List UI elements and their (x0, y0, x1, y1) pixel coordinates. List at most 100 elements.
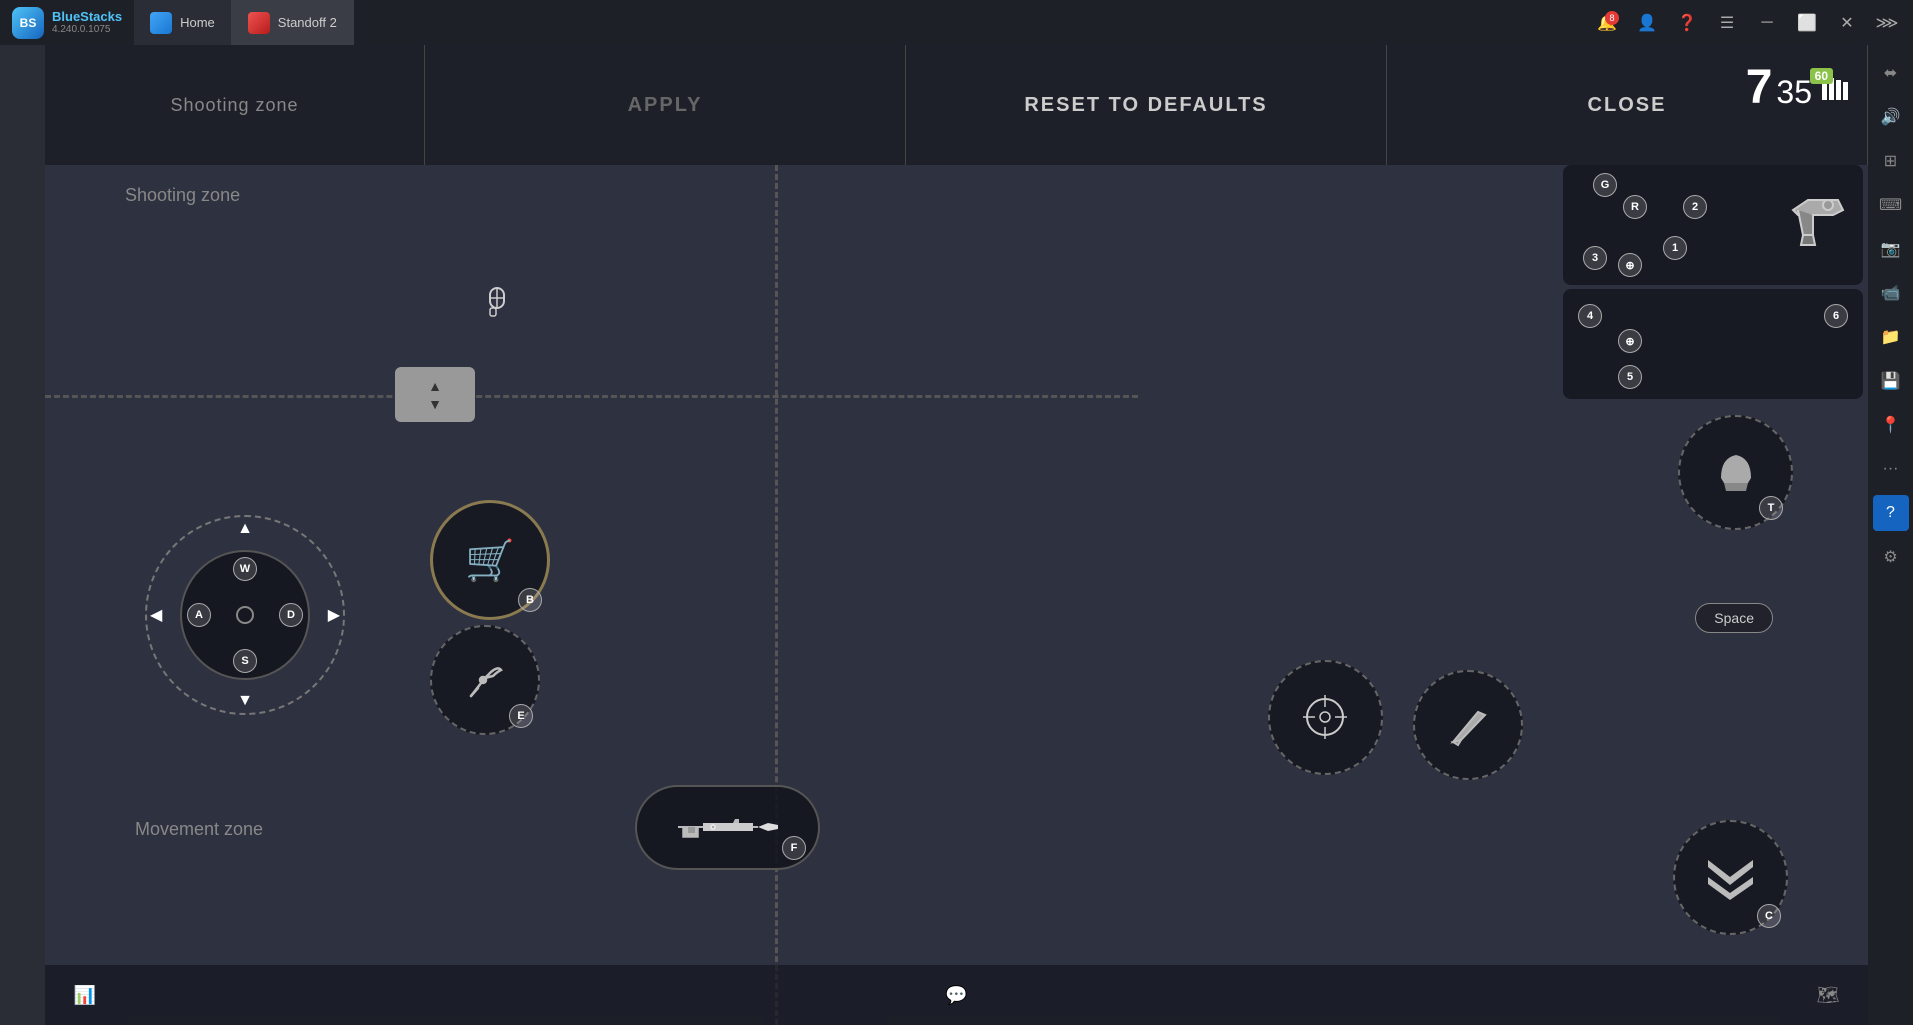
crouch-key[interactable]: C (1757, 904, 1781, 928)
scope-icon (1298, 690, 1353, 745)
weapon-button[interactable]: F (635, 785, 820, 870)
joy-key-w[interactable]: W (233, 557, 257, 581)
tool-key[interactable]: E (509, 704, 533, 728)
ammo-display: 7 35 (1746, 60, 1812, 115)
key-6[interactable]: 6 (1824, 304, 1848, 328)
window-controls: 🔔 8 👤 ❓ ☰ ─ ⬜ ✕ ⋙ (1589, 5, 1913, 41)
sidebar-settings-icon[interactable]: ⚙ (1873, 539, 1909, 575)
joy-arrow-right: ▶ (328, 605, 340, 625)
right-sidebar: ⬌ 🔊 ⊞ ⌨ 📷 📹 📁 💾 📍 ··· ? ⚙ (1868, 45, 1913, 1025)
scroll-down-arrow: ▼ (428, 397, 442, 411)
key-3[interactable]: 3 (1583, 246, 1607, 270)
key-r[interactable]: R (1623, 195, 1647, 219)
home-tab-icon (150, 12, 172, 34)
knife-button[interactable] (1413, 670, 1523, 780)
key-2[interactable]: 2 (1683, 195, 1707, 219)
game-area: Shooting zone APPLY RESET TO DEFAULTS CL… (45, 45, 1868, 1025)
space-button[interactable]: Space (1695, 603, 1773, 633)
hud-ammo: 7 35 60 (1746, 60, 1848, 115)
key-1[interactable]: 1 (1663, 236, 1687, 260)
menu-button[interactable]: ☰ (1709, 5, 1745, 41)
ammo-current: 7 (1746, 60, 1773, 115)
sidebar-more-icon[interactable]: ··· (1873, 451, 1909, 487)
help-button[interactable]: ❓ (1669, 5, 1705, 41)
weapon-key[interactable]: F (782, 836, 806, 860)
ak-icon (673, 805, 783, 850)
helmet-key[interactable]: T (1759, 496, 1783, 520)
minimize-button[interactable]: ─ (1749, 5, 1785, 41)
sidebar-layout-icon[interactable]: ⊞ (1873, 143, 1909, 179)
helmet-icon (1706, 443, 1766, 503)
key-crosshair[interactable]: ⊕ (1618, 253, 1642, 277)
bluestacks-logo: BS BlueStacks 4.240.0.1075 (0, 7, 134, 39)
sidebar-save-icon[interactable]: 💾 (1873, 363, 1909, 399)
notification-count: 8 (1605, 11, 1619, 25)
sidebar-volume-icon[interactable]: 🔊 (1873, 99, 1909, 135)
ammo-bar-3 (1836, 80, 1841, 100)
space-key-label: Space (1714, 610, 1754, 626)
knife-icon (1443, 700, 1493, 750)
helmet-button[interactable]: T (1678, 415, 1793, 530)
notifications-button[interactable]: 🔔 8 (1589, 5, 1625, 41)
home-tab[interactable]: Home (134, 0, 232, 45)
joy-key-d[interactable]: D (279, 603, 303, 627)
ammo-bar-4 (1843, 82, 1848, 100)
restore-button[interactable]: ⬜ (1789, 5, 1825, 41)
chat-button[interactable]: 💬 (937, 975, 977, 1015)
joy-key-a[interactable]: A (187, 603, 211, 627)
stats-button[interactable]: 📊 (65, 975, 105, 1015)
pistol-icon (1748, 180, 1858, 260)
title-bar: BS BlueStacks 4.240.0.1075 Home Standoff… (0, 0, 1913, 45)
pliers-icon (463, 658, 508, 703)
movement-zone-text: Movement zone (135, 819, 263, 840)
sidebar-record-icon[interactable]: 📹 (1873, 275, 1909, 311)
ammo-total: 35 (1776, 74, 1812, 111)
expand-button[interactable]: ⋙ (1869, 5, 1905, 41)
sidebar-folder-icon[interactable]: 📁 (1873, 319, 1909, 355)
movement-joystick[interactable]: W A D S ▲ ▼ ◀ ▶ (145, 515, 345, 715)
home-tab-label: Home (180, 15, 215, 30)
apply-button[interactable]: APPLY (425, 45, 906, 165)
key-5[interactable]: 5 (1618, 365, 1642, 389)
bottom-bar: 📊 💬 🗺 (45, 965, 1868, 1025)
shooting-zone-text: Shooting zone (125, 185, 240, 206)
bluestacks-icon: BS (12, 7, 44, 39)
weapon-panel: G R 2 3 ⊕ 1 4 ⊕ 6 5 (1563, 165, 1863, 403)
scroll-button[interactable]: ▲ ▼ (395, 367, 475, 422)
chevron-icon (1703, 855, 1758, 900)
map-button[interactable]: 🗺 (1808, 975, 1848, 1015)
mouse-cursor-icon (480, 283, 515, 326)
key-4[interactable]: 4 (1578, 304, 1602, 328)
shooting-zone-label: Shooting zone (45, 45, 425, 165)
shop-button[interactable]: 🛒 B (430, 500, 550, 620)
key-crosshair2[interactable]: ⊕ (1618, 329, 1642, 353)
joy-arrow-down: ▼ (237, 692, 253, 710)
key-g[interactable]: G (1593, 173, 1617, 197)
cart-key[interactable]: B (518, 588, 542, 612)
joy-arrow-up: ▲ (237, 520, 253, 538)
vertical-divider (775, 165, 778, 1025)
sidebar-keyboard-icon[interactable]: ⌨ (1873, 187, 1909, 223)
sidebar-screenshot-icon[interactable]: 📷 (1873, 231, 1909, 267)
crouch-button[interactable]: C (1673, 820, 1788, 935)
sidebar-help-icon[interactable]: ? (1873, 495, 1909, 531)
game-tab-label: Standoff 2 (278, 15, 337, 30)
pistol-slot[interactable]: G R 2 3 ⊕ 1 (1563, 165, 1863, 285)
sidebar-expand-icon[interactable]: ⬌ (1873, 55, 1909, 91)
tool-button[interactable]: E (430, 625, 540, 735)
sidebar-location-icon[interactable]: 📍 (1873, 407, 1909, 443)
reset-button[interactable]: RESET TO DEFAULTS (906, 45, 1387, 165)
aim-button[interactable] (1268, 660, 1383, 775)
cursor-svg (480, 283, 515, 321)
joy-key-s[interactable]: S (233, 649, 257, 673)
toolbar: Shooting zone APPLY RESET TO DEFAULTS CL… (45, 45, 1868, 165)
rifle-slot[interactable]: 4 ⊕ 6 5 (1563, 289, 1863, 399)
game-tab[interactable]: Standoff 2 (232, 0, 354, 45)
game-tab-icon (248, 12, 270, 34)
joy-arrow-left: ◀ (150, 605, 162, 625)
cart-icon: 🛒 (465, 537, 515, 584)
horizontal-divider (45, 395, 1138, 398)
account-button[interactable]: 👤 (1629, 5, 1665, 41)
window-close-button[interactable]: ✕ (1829, 5, 1865, 41)
app-name: BlueStacks (52, 10, 122, 24)
